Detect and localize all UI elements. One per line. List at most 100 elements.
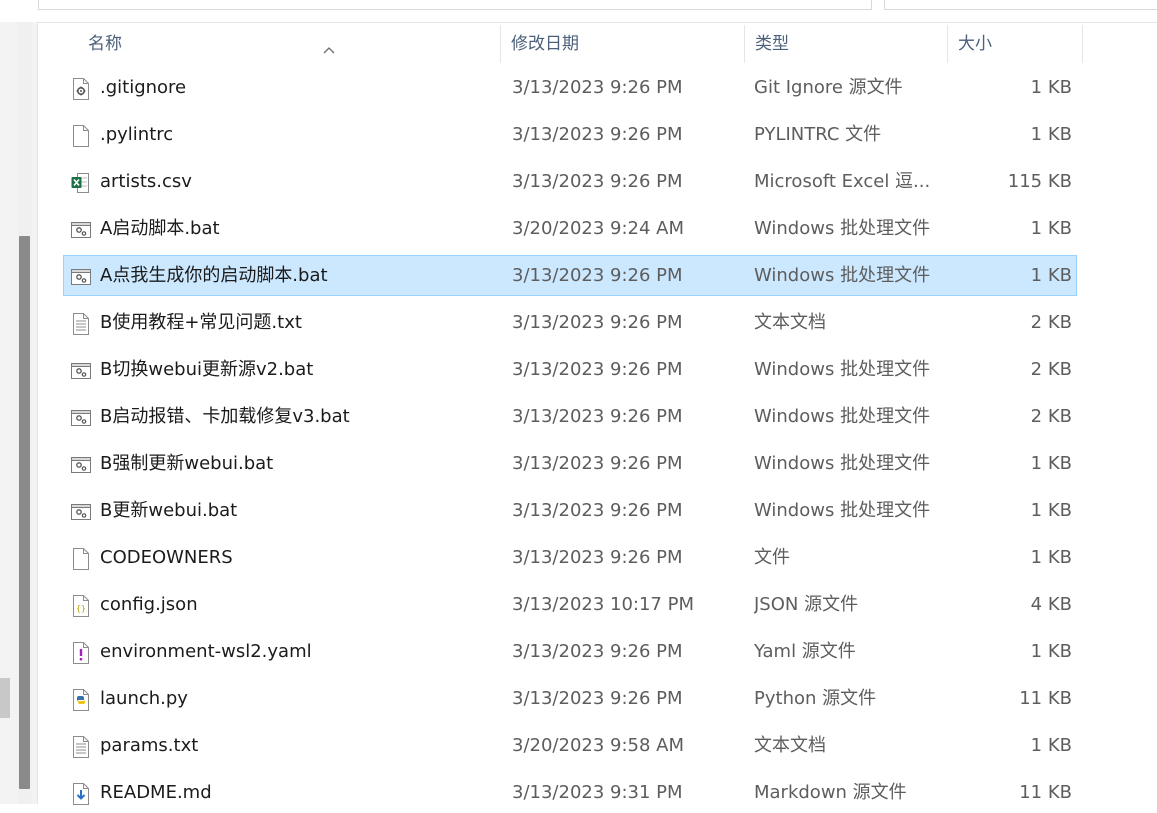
file-name: README.md (100, 782, 212, 803)
file-type: 文本文档 (754, 312, 826, 333)
file-date-modified: 3/20/2023 9:24 AM (512, 218, 685, 239)
file-row[interactable]: B启动报错、卡加载修复v3.bat 3/13/2023 9:26 PM Window… (63, 396, 1077, 437)
gear-file-icon (73, 78, 89, 100)
column-header: 名称 修改日期 类型 大小 (38, 23, 1083, 63)
column-header-name[interactable]: 名称 (78, 23, 500, 63)
file-row[interactable]: .pylintrc 3/13/2023 9:26 PM PYLINTRC 文件 1 K… (63, 114, 1077, 155)
file-name: .pylintrc (100, 124, 174, 145)
file-size: 2 KB (1030, 312, 1072, 333)
file-date-modified: 3/13/2023 9:26 PM (512, 312, 683, 333)
column-header-date[interactable]: 修改日期 (501, 23, 744, 63)
file-name: A启动脚本.bat (100, 218, 220, 239)
file-name: A点我生成你的启动脚本.bat (100, 265, 328, 286)
file-date-modified: 3/13/2023 9:26 PM (512, 641, 683, 662)
file-name: environment-wsl2.yaml (100, 641, 312, 662)
svg-text:{}: {} (76, 604, 86, 613)
file-size: 1 KB (1030, 218, 1072, 239)
blank-file-icon (73, 548, 89, 570)
file-date-modified: 3/20/2023 9:58 AM (512, 735, 685, 756)
file-row[interactable]: B切换webui更新源v2.bat 3/13/2023 9:26 PM Window… (63, 349, 1077, 390)
search-box[interactable] (884, 0, 1157, 10)
file-type: Windows 批处理文件 (754, 218, 931, 239)
text-file-icon (73, 736, 89, 758)
file-type: Yaml 源文件 (754, 641, 856, 662)
file-name: config.json (100, 594, 198, 615)
batch-file-icon (71, 457, 91, 473)
file-name: artists.csv (100, 171, 192, 192)
file-size: 1 KB (1030, 124, 1072, 145)
file-date-modified: 3/13/2023 9:26 PM (512, 359, 683, 380)
file-name: B强制更新webui.bat (100, 453, 274, 474)
file-size: 1 KB (1030, 735, 1072, 756)
file-type: Microsoft Excel 逗... (754, 171, 931, 192)
file-row[interactable]: CODEOWNERS 3/13/2023 9:26 PM 文件 1 KB (63, 537, 1077, 578)
file-date-modified: 3/13/2023 9:26 PM (512, 171, 683, 192)
batch-file-icon (71, 269, 91, 285)
address-bar[interactable] (38, 0, 872, 10)
file-row[interactable]: A点我生成你的启动脚本.bat 3/13/2023 9:26 PM Windows … (63, 255, 1077, 296)
file-name: launch.py (100, 688, 188, 709)
file-size: 4 KB (1030, 594, 1072, 615)
file-type: Windows 批处理文件 (754, 453, 931, 474)
file-row[interactable]: launch.py 3/13/2023 9:26 PM Python 源文件 11 K… (63, 678, 1077, 719)
text-file-icon (73, 313, 89, 335)
file-row[interactable]: environment-wsl2.yaml 3/13/2023 9:26 PM Ya… (63, 631, 1077, 672)
file-date-modified: 3/13/2023 9:26 PM (512, 124, 683, 145)
file-row[interactable]: artists.csv 3/13/2023 9:26 PM Microsoft Ex… (63, 161, 1077, 202)
column-header-size[interactable]: 大小 (948, 23, 1083, 63)
file-name: B使用教程+常见问题.txt (100, 312, 302, 333)
file-row[interactable]: B强制更新webui.bat 3/13/2023 9:26 PM Windows 批… (63, 443, 1077, 484)
file-size: 2 KB (1030, 359, 1072, 380)
file-size: 2 KB (1030, 406, 1072, 427)
file-row[interactable]: {} config.json 3/13/2023 10:17 PM JSON 源文件 4… (63, 584, 1077, 625)
file-date-modified: 3/13/2023 9:26 PM (512, 500, 683, 521)
file-name: B更新webui.bat (100, 500, 238, 521)
file-size: 1 KB (1030, 265, 1072, 286)
file-row[interactable]: B使用教程+常见问题.txt 3/13/2023 9:26 PM 文本文档 2 KB (63, 302, 1077, 343)
file-date-modified: 3/13/2023 9:26 PM (512, 77, 683, 98)
navigation-resize-handle[interactable] (0, 678, 10, 718)
file-name: B切换webui更新源v2.bat (100, 359, 314, 380)
file-name: .gitignore (100, 77, 187, 98)
file-type: Windows 批处理文件 (754, 359, 931, 380)
batch-file-icon (71, 410, 91, 426)
batch-file-icon (71, 504, 91, 520)
top-toolbar (0, 0, 1157, 22)
excel-file-icon (71, 173, 89, 193)
file-name: B启动报错、卡加载修复v3.bat (100, 406, 350, 427)
pane-divider[interactable] (37, 0, 38, 804)
file-type: Windows 批处理文件 (754, 406, 931, 427)
file-size: 11 KB (1019, 688, 1072, 709)
file-row[interactable]: params.txt 3/20/2023 9:58 AM 文本文档 1 KB (63, 725, 1077, 766)
file-name: params.txt (100, 735, 199, 756)
file-date-modified: 3/13/2023 9:26 PM (512, 406, 683, 427)
file-date-modified: 3/13/2023 10:17 PM (512, 594, 694, 615)
file-type: JSON 源文件 (754, 594, 859, 615)
file-date-modified: 3/13/2023 9:26 PM (512, 688, 683, 709)
file-size: 115 KB (1007, 171, 1072, 192)
navigation-scrollbar-thumb[interactable] (19, 236, 30, 789)
file-size: 1 KB (1030, 453, 1072, 474)
column-header-type[interactable]: 类型 (745, 23, 947, 63)
file-type: 文本文档 (754, 735, 826, 756)
file-type: Git Ignore 源文件 (754, 77, 903, 98)
file-row[interactable]: .gitignore 3/13/2023 9:26 PM Git Ignore 源文… (63, 67, 1077, 108)
blank-file-icon (73, 125, 89, 147)
file-size: 1 KB (1030, 547, 1072, 568)
file-row[interactable]: README.md 3/13/2023 9:31 PM Markdown 源文件 11… (63, 772, 1077, 813)
file-size: 1 KB (1030, 77, 1072, 98)
file-date-modified: 3/13/2023 9:31 PM (512, 782, 683, 803)
json-file-icon: {} (73, 595, 89, 617)
file-row[interactable]: B更新webui.bat 3/13/2023 9:26 PM Windows 批处理… (63, 490, 1077, 531)
file-type: Python 源文件 (754, 688, 877, 709)
file-type: Windows 批处理文件 (754, 500, 931, 521)
file-type: 文件 (754, 547, 790, 568)
column-divider[interactable] (1082, 25, 1083, 63)
file-size: 1 KB (1030, 500, 1072, 521)
file-size: 11 KB (1019, 782, 1072, 803)
file-name: CODEOWNERS (100, 547, 233, 568)
file-row[interactable]: A启动脚本.bat 3/20/2023 9:24 AM Windows 批处理文件 1… (63, 208, 1077, 249)
file-date-modified: 3/13/2023 9:26 PM (512, 547, 683, 568)
file-date-modified: 3/13/2023 9:26 PM (512, 265, 683, 286)
file-type: Markdown 源文件 (754, 782, 907, 803)
